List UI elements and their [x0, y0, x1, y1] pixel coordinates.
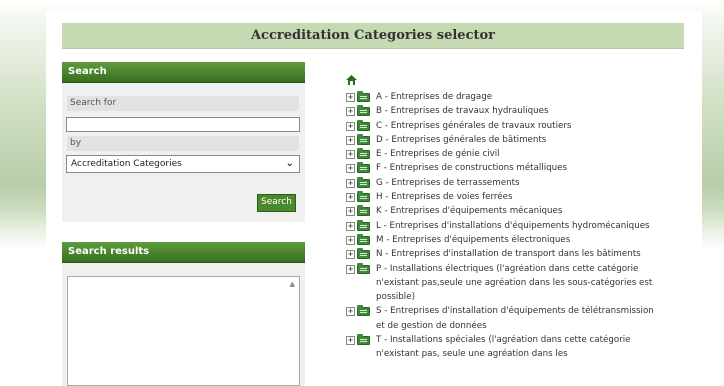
tree-node-label[interactable]: C - Entreprises générales de travaux rou…: [376, 121, 571, 131]
folder-icon: [357, 334, 370, 346]
folder-icon: [357, 219, 370, 231]
tree-node[interactable]: + A - Entreprises de dragage: [346, 90, 656, 104]
tree-node-label[interactable]: S - Entreprises d'installation d'équipem…: [376, 306, 654, 330]
tree-node-label[interactable]: F - Entreprises de constructions métalli…: [376, 163, 567, 173]
tree-node-label[interactable]: A - Entreprises de dragage: [376, 92, 492, 102]
folder-icon: [357, 233, 370, 245]
tree-node[interactable]: + F - Entreprises de constructions métall…: [346, 161, 656, 175]
search-input[interactable]: [66, 117, 300, 132]
tree-node[interactable]: + N - Entreprises d'installation de trans…: [346, 247, 656, 261]
tree-node-label[interactable]: G - Entreprises de terrassements: [376, 178, 520, 188]
expand-icon[interactable]: +: [346, 164, 355, 174]
tree-node[interactable]: + T - Installations spéciales (l'agréatio…: [346, 333, 656, 362]
tree-node-label[interactable]: E - Entreprises de génie civil: [376, 149, 500, 159]
tree-node[interactable]: + P - Installations électriques (l'agréat…: [346, 262, 656, 305]
folder-icon: [357, 262, 370, 274]
main-container: Accreditation Categories selector Search…: [46, 11, 702, 386]
expand-icon[interactable]: +: [346, 135, 355, 145]
tree-node-label[interactable]: N - Entreprises d'installation de transp…: [376, 249, 641, 259]
folder-icon: [357, 176, 370, 188]
search-button[interactable]: Search: [257, 194, 296, 212]
home-icon[interactable]: [346, 75, 357, 88]
expand-icon[interactable]: +: [346, 264, 355, 274]
expand-icon[interactable]: +: [346, 121, 355, 131]
tree-node-label[interactable]: L - Entreprises d'installations d'équipe…: [376, 221, 650, 231]
folder-icon: [357, 191, 370, 203]
by-label: by: [67, 136, 299, 151]
tree-node[interactable]: + H - Entreprises de voies ferrées: [346, 190, 656, 204]
folder-icon: [357, 133, 370, 145]
search-results-list[interactable]: ▲: [67, 276, 300, 386]
tree-node[interactable]: + S - Entreprises d'installation d'équipe…: [346, 304, 656, 333]
tree-node[interactable]: + L - Entreprises d'installations d'équip…: [346, 219, 656, 233]
tree-node[interactable]: + C - Entreprises générales de travaux ro…: [346, 119, 656, 133]
tree-node-label[interactable]: K - Entreprises d'équipements mécaniques: [376, 206, 562, 216]
tree-node[interactable]: + D - Entreprises générales de bâtiments: [346, 133, 656, 147]
folder-icon: [357, 148, 370, 160]
tree-node-list: + A - Entreprises de dragage + B - Entrepri…: [346, 90, 656, 362]
tree-node[interactable]: + K - Entreprises d'équipements mécanique…: [346, 204, 656, 218]
expand-icon[interactable]: +: [346, 93, 355, 102]
search-panel-header: Search: [62, 62, 305, 83]
expand-icon[interactable]: +: [346, 207, 355, 217]
expand-icon[interactable]: +: [346, 250, 355, 260]
folder-icon: [357, 105, 370, 117]
expand-icon[interactable]: +: [346, 150, 355, 160]
search-panel: Search Search for by Accreditation Categ…: [62, 62, 305, 222]
expand-icon[interactable]: +: [346, 107, 355, 117]
tree-node-label[interactable]: H - Entreprises de voies ferrées: [376, 192, 513, 202]
folder-icon: [357, 119, 370, 131]
expand-icon[interactable]: +: [346, 307, 355, 317]
expand-icon[interactable]: +: [346, 336, 355, 346]
tree-node[interactable]: + M - Entreprises d'équipements électroni…: [346, 233, 656, 247]
folder-icon: [357, 162, 370, 174]
expand-icon[interactable]: +: [346, 221, 355, 231]
expand-icon[interactable]: +: [346, 178, 355, 188]
tree-node[interactable]: + B - Entreprises de travaux hydrauliques: [346, 104, 656, 118]
folder-icon: [357, 91, 370, 102]
by-select[interactable]: Accreditation Categories ⌄: [66, 155, 300, 173]
scroll-up-icon[interactable]: ▲: [290, 280, 295, 288]
tree-node[interactable]: + G - Entreprises de terrassements: [346, 176, 656, 190]
folder-icon: [357, 305, 370, 317]
page-title: Accreditation Categories selector: [62, 23, 684, 49]
expand-icon[interactable]: +: [346, 235, 355, 245]
search-results-header: Search results: [62, 242, 305, 263]
by-select-value: Accreditation Categories: [71, 159, 182, 169]
category-tree: + A - Entreprises de dragage + B - Entrepri…: [330, 72, 660, 386]
chevron-down-icon: ⌄: [285, 158, 294, 169]
search-for-label: Search for: [67, 96, 299, 111]
expand-icon[interactable]: +: [346, 193, 355, 203]
folder-icon: [357, 248, 370, 260]
tree-node-label[interactable]: M - Entreprises d'équipements électroniq…: [376, 235, 570, 245]
tree-node-label[interactable]: P - Installations électriques (l'agréati…: [376, 264, 652, 303]
tree-node-label[interactable]: B - Entreprises de travaux hydrauliques: [376, 106, 548, 116]
tree-node-label[interactable]: D - Entreprises générales de bâtiments: [376, 135, 546, 145]
folder-icon: [357, 205, 370, 217]
tree-node[interactable]: + E - Entreprises de génie civil: [346, 147, 656, 161]
tree-node-label[interactable]: T - Installations spéciales (l'agréation…: [376, 335, 630, 359]
search-results-panel: Search results ▲: [62, 242, 305, 386]
